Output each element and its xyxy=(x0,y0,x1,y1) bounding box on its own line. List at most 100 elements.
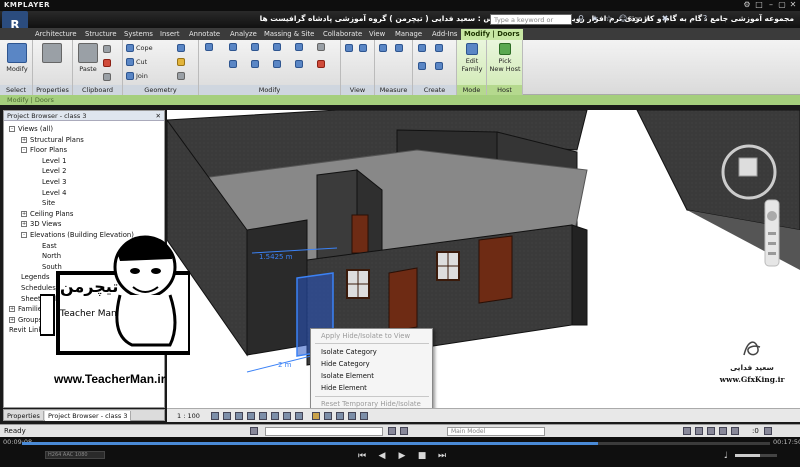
menu-item-hide-category[interactable]: Hide Category xyxy=(321,360,370,368)
exchange-icon[interactable]: ✖ xyxy=(660,14,670,24)
highlight-displacement-icon[interactable] xyxy=(360,412,368,420)
expand-icon[interactable]: + xyxy=(9,316,15,323)
tree-item[interactable]: Site xyxy=(42,199,55,207)
tree-item[interactable]: + Ceiling Plans xyxy=(21,210,73,218)
tab-add-ins[interactable]: Add-Ins xyxy=(429,29,460,40)
tab-properties[interactable]: Properties xyxy=(4,411,44,421)
cope-button[interactable]: Cope xyxy=(126,44,153,52)
next-icon[interactable]: ⏭ xyxy=(436,450,448,462)
previous-icon[interactable]: ⏮ xyxy=(356,450,368,462)
menu-item-isolate-element[interactable]: Isolate Element xyxy=(321,372,374,380)
rotate-icon[interactable] xyxy=(273,60,283,68)
expand-icon[interactable]: + xyxy=(21,210,27,217)
collapse-icon[interactable]: - xyxy=(21,147,27,154)
tab-insert[interactable]: Insert xyxy=(157,29,183,40)
volume-slider[interactable] xyxy=(735,454,777,457)
tab-analyze[interactable]: Analyze xyxy=(227,29,260,40)
mirror-draw-axis-icon[interactable] xyxy=(273,43,283,51)
visual-style-icon[interactable] xyxy=(223,412,231,420)
shadows-icon[interactable] xyxy=(247,412,255,420)
volume-icon[interactable]: ♩ xyxy=(720,450,732,462)
drag-elements-icon[interactable] xyxy=(731,427,739,435)
search-input[interactable]: Type a keyword or phrase xyxy=(490,14,572,35)
tree-item[interactable]: Level 2 xyxy=(42,167,66,175)
create-parts-icon[interactable] xyxy=(435,44,445,52)
select-links-icon[interactable] xyxy=(683,427,691,435)
favorites-icon[interactable]: ☆ xyxy=(604,14,614,24)
tab-annotate[interactable]: Annotate xyxy=(186,29,223,40)
cut-button[interactable]: Cut xyxy=(126,58,147,66)
collapse-icon[interactable]: - xyxy=(9,126,15,132)
measure-icon[interactable] xyxy=(379,44,389,52)
expand-icon[interactable]: + xyxy=(21,221,27,228)
menu-item-isolate-category[interactable]: Isolate Category xyxy=(321,348,377,356)
hide-in-view-icon[interactable] xyxy=(359,44,369,52)
menu-item-hide-element[interactable]: Hide Element xyxy=(321,384,367,392)
3d-viewport[interactable]: 1.5425 m 2 m سعید فدایی www.GfxKing.ir xyxy=(167,110,800,408)
tree-item[interactable]: - Floor Plans xyxy=(21,146,67,154)
filter-icon[interactable] xyxy=(400,427,408,435)
navigation-bar-icon[interactable] xyxy=(764,199,780,267)
crop-view-icon[interactable] xyxy=(271,412,279,420)
play-icon[interactable]: ▶ xyxy=(396,450,408,462)
player-fullscreen-icon[interactable]: □ xyxy=(754,0,764,10)
player-settings-icon[interactable]: ⚙ xyxy=(742,0,752,10)
tree-item[interactable]: + Groups xyxy=(9,316,42,324)
offset-icon[interactable] xyxy=(229,43,239,51)
show-crop-icon[interactable] xyxy=(283,412,291,420)
edit-family-button[interactable]: Edit Family xyxy=(459,43,485,73)
tab-modify-doors[interactable]: Modify | Doors xyxy=(461,29,523,40)
dimension-icon[interactable] xyxy=(395,44,405,52)
tab-view[interactable]: View xyxy=(366,29,388,40)
override-graphics-icon[interactable] xyxy=(345,44,355,52)
select-panel-label[interactable]: Select xyxy=(0,85,32,95)
modify-button[interactable]: Modify xyxy=(5,43,29,73)
stop-icon[interactable]: ■ xyxy=(416,450,428,462)
design-option-combo[interactable]: Main Model xyxy=(447,427,545,436)
editable-only-icon[interactable] xyxy=(388,427,396,435)
tab-project-browser[interactable]: Project Browser - class 3 xyxy=(45,411,132,421)
pin-icon[interactable] xyxy=(317,43,327,51)
tab-systems[interactable]: Systems xyxy=(121,29,156,40)
tree-item[interactable]: - Views (all) xyxy=(9,125,53,133)
status-filter-icon[interactable] xyxy=(764,427,772,435)
delete-icon[interactable] xyxy=(317,60,327,68)
sun-path-icon[interactable] xyxy=(235,412,243,420)
rewind-icon[interactable]: ◀ xyxy=(376,450,388,462)
properties-button[interactable] xyxy=(42,43,62,65)
split-element-icon[interactable] xyxy=(295,43,305,51)
reveal-hidden-icon[interactable] xyxy=(324,412,332,420)
create-assembly-icon[interactable] xyxy=(418,44,428,52)
seek-bar[interactable] xyxy=(22,442,770,445)
cut-clip-icon[interactable] xyxy=(103,59,113,67)
move-icon[interactable] xyxy=(229,60,239,68)
sign-in-link[interactable]: Sign In xyxy=(628,15,650,23)
dimension-label[interactable]: 1.5425 m xyxy=(259,253,293,261)
create-similar-icon[interactable] xyxy=(435,62,445,70)
align-icon[interactable] xyxy=(205,43,215,51)
select-by-face-icon[interactable] xyxy=(719,427,727,435)
binoculars-icon[interactable]: ⚲ xyxy=(576,14,586,24)
worksharing-icon[interactable] xyxy=(336,412,344,420)
subscription-icon[interactable]: ★ xyxy=(590,14,600,24)
copy-element-icon[interactable] xyxy=(251,60,261,68)
player-minimize-icon[interactable]: – xyxy=(766,0,776,10)
split-face-icon[interactable] xyxy=(177,44,187,52)
detail-level-icon[interactable] xyxy=(211,412,219,420)
render-icon[interactable] xyxy=(259,412,267,420)
tab-collaborate[interactable]: Collaborate xyxy=(320,29,365,40)
copy-icon[interactable] xyxy=(103,45,113,53)
tree-item[interactable]: Level 1 xyxy=(42,157,66,165)
select-underlay-icon[interactable] xyxy=(695,427,703,435)
match-properties-icon[interactable] xyxy=(103,73,113,81)
tab-structure[interactable]: Structure xyxy=(82,29,120,40)
expand-icon[interactable]: + xyxy=(21,136,27,143)
player-maximize-icon[interactable]: ▢ xyxy=(777,0,787,10)
trim-extend-icon[interactable] xyxy=(295,60,305,68)
worksets-icon[interactable] xyxy=(250,427,258,435)
join-button[interactable]: Join xyxy=(126,72,148,80)
expand-icon[interactable]: + xyxy=(9,306,15,313)
paste-button[interactable]: Paste xyxy=(78,43,98,73)
user-icon[interactable]: ☺ xyxy=(618,14,628,24)
tree-item[interactable]: + Structural Plans xyxy=(21,136,84,144)
